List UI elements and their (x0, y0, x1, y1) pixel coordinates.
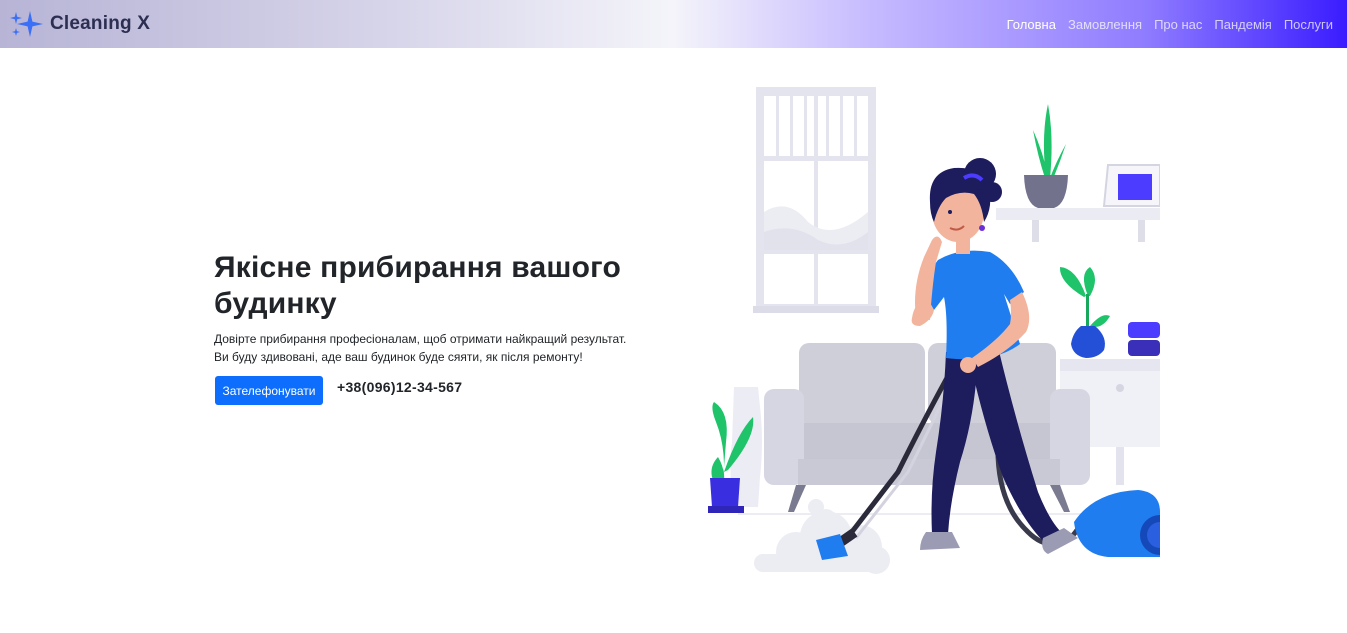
shelf-illustration (996, 104, 1160, 242)
nav-link-about[interactable]: Про нас (1154, 17, 1202, 32)
hero-text-line-1: Довірте прибирання професіоналам, щоб от… (214, 332, 627, 346)
hero-title: Якісне прибирання вашого будинку (214, 251, 621, 320)
navbar: Cleaning X Головна Замовлення Про нас Па… (0, 0, 1347, 48)
hero-text-line-2: Ви буду здивовані, аде ваш будинок буде … (214, 350, 583, 364)
sparkles-icon (10, 11, 43, 37)
nav-link-pandemic[interactable]: Пандемія (1214, 17, 1271, 32)
brand-name: Cleaning X (50, 13, 151, 34)
window-illustration (753, 87, 879, 313)
call-button[interactable]: Зателефонувати (215, 376, 323, 405)
hero-description: Довірте прибирання професіоналам, щоб от… (214, 330, 654, 366)
sofa-illustration (764, 343, 1090, 512)
nav-link-services[interactable]: Послуги (1284, 17, 1333, 32)
plant-illustration (708, 387, 762, 513)
phone-number: +38(096)12-34-567 (337, 379, 463, 395)
brand[interactable]: Cleaning X (8, 7, 150, 41)
nav-menu: Головна Замовлення Про нас Пандемія Посл… (1007, 0, 1333, 48)
cleaning-woman-illustration (708, 87, 1160, 574)
nav-link-home[interactable]: Головна (1007, 17, 1056, 32)
nav-link-orders[interactable]: Замовлення (1068, 17, 1142, 32)
